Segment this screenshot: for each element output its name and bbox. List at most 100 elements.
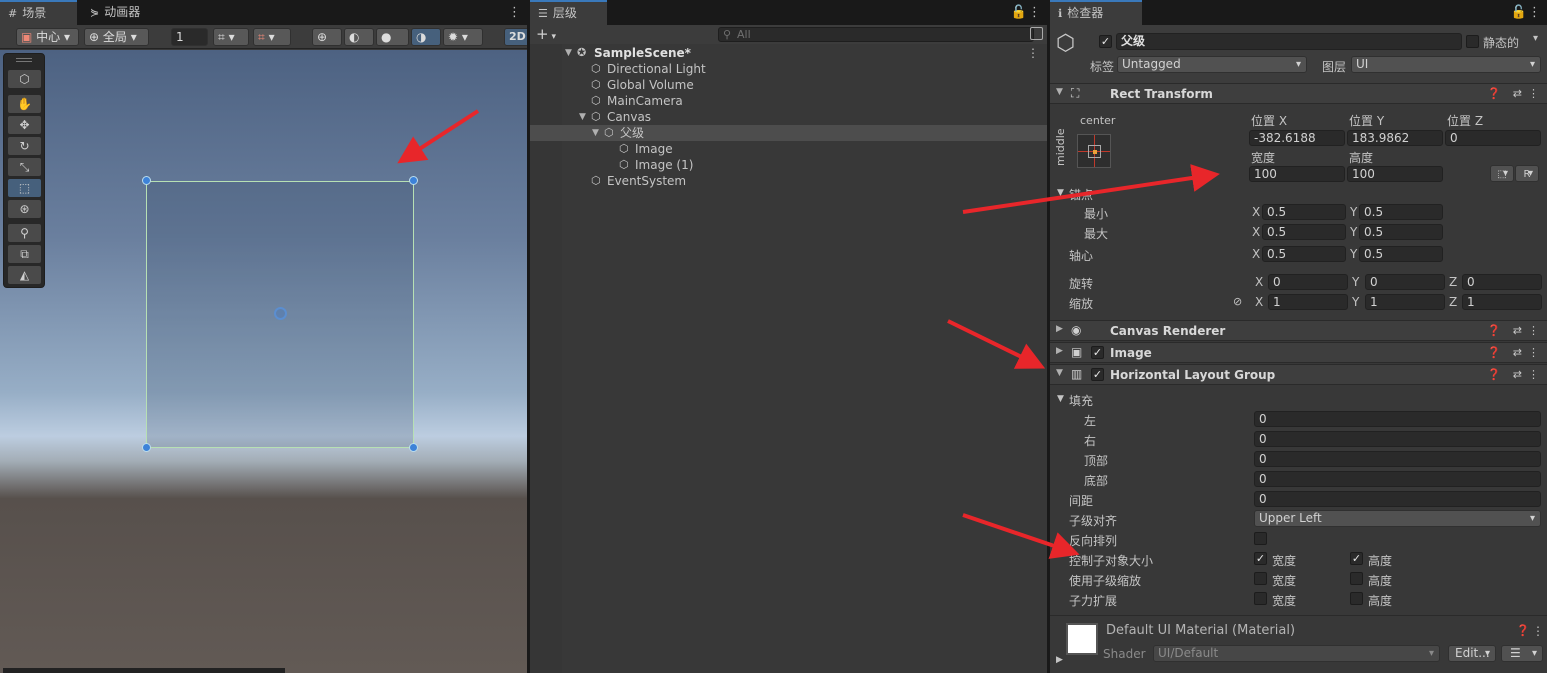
edit-shader-button[interactable]: Edit... bbox=[1448, 645, 1496, 662]
constrain-link-icon[interactable]: ⊘ bbox=[1233, 295, 1242, 308]
padding-top-field[interactable]: 0 bbox=[1254, 451, 1541, 467]
shading-unlit[interactable]: ◑ bbox=[411, 28, 441, 46]
shader-dropdown[interactable]: UI/Default bbox=[1153, 645, 1440, 662]
force-expand-width-checkbox[interactable] bbox=[1254, 592, 1267, 605]
more-icon[interactable]: ⋮ bbox=[1528, 0, 1541, 25]
object-name-field[interactable]: 父级 bbox=[1116, 33, 1462, 50]
list-item[interactable]: ⬡ Global Volume bbox=[530, 77, 1047, 93]
control-width-checkbox[interactable]: ✓ bbox=[1254, 552, 1267, 565]
expand-arrow-icon[interactable]: ▼ bbox=[592, 125, 599, 141]
component-menu-icon[interactable]: ⋮ bbox=[1528, 346, 1539, 359]
tab-scene[interactable]: # 场景 bbox=[0, 0, 77, 25]
image-enabled-checkbox[interactable]: ✓ bbox=[1091, 346, 1104, 359]
tab-hierarchy[interactable]: ☰ 层级 bbox=[530, 0, 607, 25]
move-tool-icon[interactable]: ✥ bbox=[8, 116, 41, 134]
preset-icon[interactable]: ⇄ bbox=[1513, 346, 1522, 359]
hierarchy-search-input[interactable]: ⚲ All bbox=[718, 27, 1034, 42]
space-dropdown[interactable]: ⊕ 全局 ▾ bbox=[84, 28, 149, 46]
preset-icon[interactable]: ⇄ bbox=[1513, 324, 1522, 337]
scale-y-field[interactable]: 1 bbox=[1365, 294, 1445, 310]
collapse-arrow-icon[interactable]: ▼ bbox=[1056, 87, 1063, 97]
shading-shaded-wire[interactable]: ◐ bbox=[344, 28, 374, 46]
list-item[interactable]: ⬡ EventSystem bbox=[530, 173, 1047, 189]
padding-left-field[interactable]: 0 bbox=[1254, 411, 1541, 427]
list-item[interactable]: ▼ ⬡ Canvas bbox=[530, 109, 1047, 125]
help-icon[interactable]: ❓ bbox=[1487, 324, 1501, 337]
child-alignment-dropdown[interactable]: Upper Left bbox=[1254, 510, 1541, 527]
padding-bottom-field[interactable]: 0 bbox=[1254, 471, 1541, 487]
add-dropdown[interactable]: + ▾ bbox=[536, 25, 556, 46]
help-icon[interactable]: ❓ bbox=[1487, 346, 1501, 359]
width-field[interactable]: 100 bbox=[1249, 166, 1345, 182]
use-scale-height-checkbox[interactable] bbox=[1350, 572, 1363, 585]
more-icon[interactable]: ⋮ bbox=[508, 0, 521, 25]
list-item-selected[interactable]: ▼ ⬡ 父级 bbox=[530, 125, 1047, 141]
component-menu-icon[interactable]: ⋮ bbox=[1532, 624, 1544, 638]
grid-snap-input[interactable]: 1 bbox=[171, 28, 208, 46]
tab-animator[interactable]: ⋟ 动画器 bbox=[82, 0, 150, 25]
pos-x-field[interactable]: -382.6188 bbox=[1249, 130, 1345, 146]
padding-right-field[interactable]: 0 bbox=[1254, 431, 1541, 447]
use-scale-width-checkbox[interactable] bbox=[1254, 572, 1267, 585]
control-height-checkbox[interactable]: ✓ bbox=[1350, 552, 1363, 565]
drag-handle-icon[interactable] bbox=[16, 58, 32, 62]
view-cube-icon[interactable]: ⬡ bbox=[8, 70, 41, 88]
expand-arrow-icon[interactable]: ▶ bbox=[1056, 655, 1063, 665]
pos-y-field[interactable]: 183.9862 bbox=[1347, 130, 1443, 146]
more-icon[interactable]: ⋮ bbox=[1028, 0, 1041, 25]
canvas-renderer-header[interactable]: ▶ ◉ Canvas Renderer ❓ ⇄ ⋮ bbox=[1050, 320, 1547, 341]
spacing-field[interactable]: 0 bbox=[1254, 491, 1541, 507]
pos-z-field[interactable]: 0 bbox=[1445, 130, 1541, 146]
rect-handle-bottom-right[interactable] bbox=[409, 443, 418, 452]
shading-wireframe[interactable]: ⊕ bbox=[312, 28, 342, 46]
component-menu-icon[interactable]: ⋮ bbox=[1528, 368, 1539, 381]
pivot-dropdown[interactable]: ▣ 中心 ▾ bbox=[16, 28, 79, 46]
anchor-preset-button[interactable] bbox=[1077, 134, 1111, 168]
lock-icon[interactable]: 🔓 bbox=[1011, 0, 1027, 25]
height-field[interactable]: 100 bbox=[1347, 166, 1443, 182]
expand-arrow-icon[interactable]: ▼ bbox=[565, 45, 572, 61]
list-item[interactable]: ⬡ MainCamera bbox=[530, 93, 1047, 109]
component-menu-icon[interactable]: ⋮ bbox=[1528, 87, 1539, 100]
grid-toggle[interactable]: ⌗ ▾ bbox=[213, 28, 249, 46]
terrain-tool-icon[interactable]: ◭ bbox=[8, 266, 41, 284]
anchor-max-y-field[interactable]: 0.5 bbox=[1359, 224, 1443, 240]
rotation-x-field[interactable]: 0 bbox=[1268, 274, 1348, 290]
debug-dropdown[interactable]: ✹ ▾ bbox=[443, 28, 483, 46]
preset-icon[interactable]: ⇄ bbox=[1513, 368, 1522, 381]
raw-edit-button[interactable]: R bbox=[1515, 165, 1539, 182]
static-dropdown-icon[interactable]: ▾ bbox=[1533, 33, 1538, 44]
expand-arrow-icon[interactable]: ▼ bbox=[579, 109, 586, 125]
list-item[interactable]: ⬡ Directional Light bbox=[530, 61, 1047, 77]
lock-icon[interactable]: 🔓 bbox=[1511, 0, 1527, 25]
tab-inspector[interactable]: ℹ 检查器 bbox=[1050, 0, 1142, 25]
material-preview[interactable] bbox=[1066, 623, 1098, 655]
pivot-x-field[interactable]: 0.5 bbox=[1262, 246, 1346, 262]
transform-tool-icon[interactable]: ⊛ bbox=[8, 200, 41, 218]
scene-row[interactable]: ▼ ✪ SampleScene* ⋮ bbox=[530, 45, 1047, 61]
image-component-header[interactable]: ▶ ▣ ✓ Image ❓ ⇄ ⋮ bbox=[1050, 342, 1547, 363]
component-menu-icon[interactable]: ⋮ bbox=[1528, 324, 1539, 337]
layer-dropdown[interactable]: UI bbox=[1351, 56, 1541, 73]
anchor-min-y-field[interactable]: 0.5 bbox=[1359, 204, 1443, 220]
search-filter-icon[interactable] bbox=[1030, 27, 1043, 40]
scale-tool-icon[interactable]: ⤡ bbox=[8, 158, 41, 176]
snap-toggle[interactable]: ⌗ ▾ bbox=[253, 28, 291, 46]
scale-x-field[interactable]: 1 bbox=[1268, 294, 1348, 310]
pivot-y-field[interactable]: 0.5 bbox=[1359, 246, 1443, 262]
help-icon[interactable]: ❓ bbox=[1487, 368, 1501, 381]
collapse-arrow-icon[interactable]: ▼ bbox=[1056, 368, 1063, 378]
rect-handle-bottom-left[interactable] bbox=[142, 443, 151, 452]
expand-arrow-icon[interactable]: ▶ bbox=[1056, 346, 1063, 356]
expand-arrow-icon[interactable]: ▶ bbox=[1056, 324, 1063, 334]
copy-tool-icon[interactable]: ⧉ bbox=[8, 245, 41, 263]
rotate-tool-icon[interactable]: ↻ bbox=[8, 137, 41, 155]
list-item[interactable]: ⬡ Image bbox=[530, 141, 1047, 157]
reverse-checkbox[interactable] bbox=[1254, 532, 1267, 545]
toggle-2d-button[interactable]: 2D bbox=[504, 28, 527, 46]
anchor-max-x-field[interactable]: 0.5 bbox=[1262, 224, 1346, 240]
scene-menu-icon[interactable]: ⋮ bbox=[1027, 45, 1039, 61]
help-icon[interactable]: ❓ bbox=[1516, 624, 1530, 637]
static-checkbox[interactable] bbox=[1466, 35, 1479, 48]
preset-icon[interactable]: ⇄ bbox=[1513, 87, 1522, 100]
